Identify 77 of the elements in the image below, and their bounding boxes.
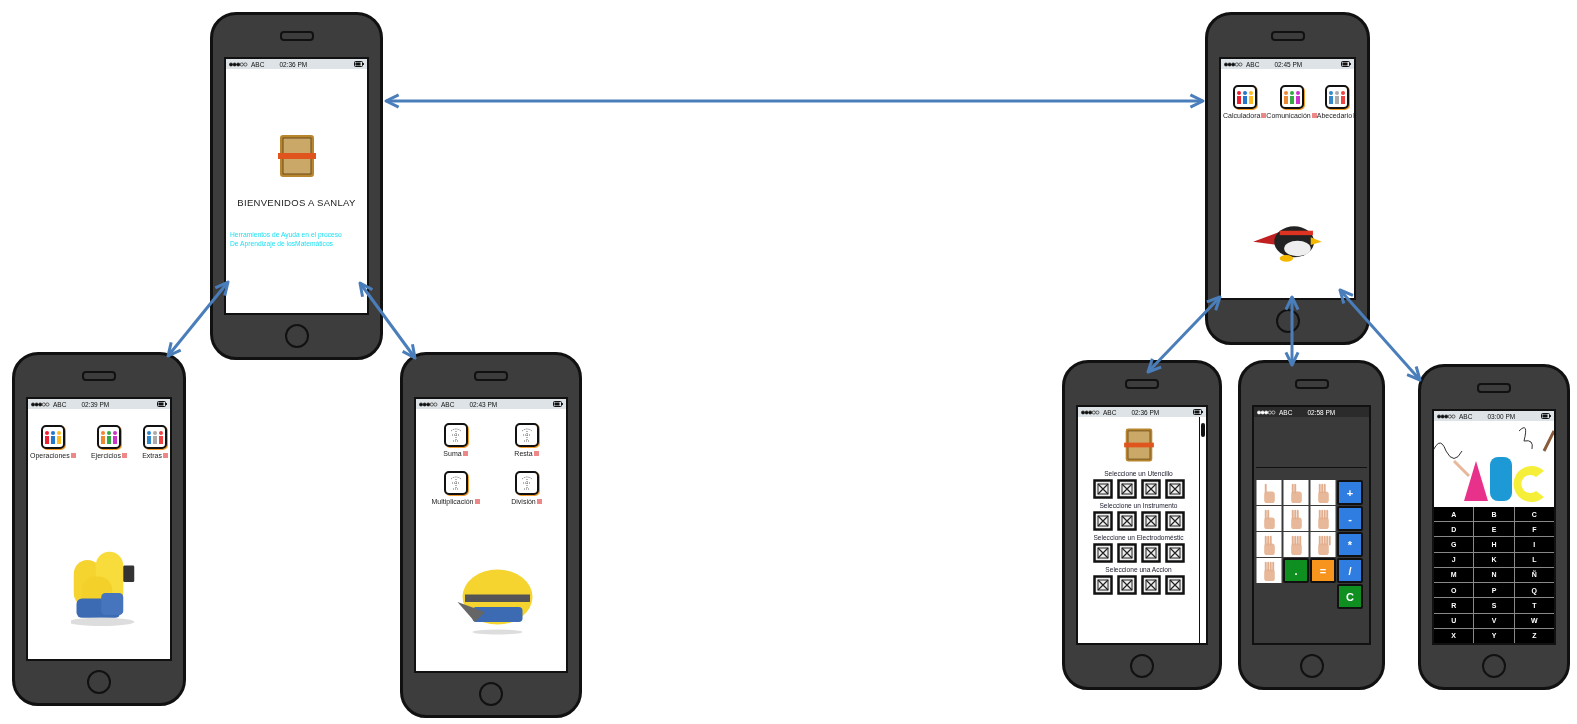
welcome-title: BIENVENIDOS A SANLAY — [237, 197, 356, 208]
figures-icon[interactable] — [1232, 85, 1257, 109]
hand-sign-icon[interactable] — [1256, 532, 1282, 557]
battery-icon — [354, 61, 364, 67]
image-placeholder-icon[interactable] — [1116, 575, 1137, 595]
hand-sign-icon[interactable] — [1256, 506, 1282, 531]
earpiece — [1477, 383, 1511, 393]
signal-icon — [31, 401, 50, 407]
sketch-icon[interactable] — [443, 423, 468, 447]
earpiece — [1270, 31, 1305, 41]
signal-icon — [1224, 61, 1243, 67]
calculator-key[interactable]: C — [1337, 584, 1363, 609]
signal-icon — [1437, 413, 1456, 419]
flag-icon — [121, 453, 127, 458]
hand-sign-icon[interactable] — [1283, 480, 1309, 505]
signal-icon — [1257, 409, 1276, 415]
image-placeholder-icon[interactable] — [1092, 479, 1113, 499]
image-placeholder-icon[interactable] — [1140, 543, 1161, 563]
image-placeholder-icon[interactable] — [1092, 543, 1113, 563]
home-button[interactable] — [1275, 309, 1300, 333]
flag-icon — [536, 499, 542, 504]
earpiece — [474, 371, 508, 381]
earpiece — [82, 371, 116, 381]
figures-icon[interactable] — [40, 425, 65, 449]
hand-sign-icon[interactable] — [1283, 506, 1309, 531]
battery-icon — [553, 401, 563, 407]
image-placeholder-icon[interactable] — [1164, 511, 1185, 531]
flag-icon — [70, 453, 76, 458]
flag-icon — [163, 453, 168, 458]
earpiece — [279, 31, 314, 41]
scrollbar[interactable] — [1199, 417, 1206, 643]
hand-sign-icon[interactable] — [1256, 558, 1282, 583]
battery-icon — [1341, 61, 1351, 67]
image-placeholder-icon[interactable] — [1092, 575, 1113, 595]
signal-icon — [1081, 409, 1100, 415]
flag-icon — [474, 499, 480, 504]
flag-icon — [1311, 113, 1317, 118]
flag-icon — [1261, 113, 1267, 118]
image-placeholder-icon[interactable] — [1140, 575, 1161, 595]
figures-icon[interactable] — [1279, 85, 1304, 109]
hand-sign-icon[interactable] — [1283, 532, 1309, 557]
hand-sign-icon[interactable] — [1310, 532, 1336, 557]
double-arrow — [1284, 295, 1300, 367]
earpiece — [1125, 379, 1159, 389]
image-placeholder-icon[interactable] — [1116, 543, 1137, 563]
calculator-key[interactable]: * — [1337, 532, 1363, 557]
image-placeholder-icon[interactable] — [1164, 543, 1185, 563]
image-placeholder-icon[interactable] — [1140, 511, 1161, 531]
calculator-key[interactable]: + — [1337, 480, 1363, 505]
sketch-icon[interactable] — [443, 471, 468, 495]
hand-sign-icon[interactable] — [1310, 480, 1336, 505]
figures-icon[interactable] — [1325, 85, 1350, 109]
signal-icon — [229, 61, 248, 67]
image-placeholder-icon[interactable] — [1140, 479, 1161, 499]
battery-icon — [157, 401, 167, 407]
battery-icon — [1541, 413, 1551, 419]
flag-icon — [533, 451, 539, 456]
signal-icon — [419, 401, 438, 407]
calculator-key[interactable]: . — [1283, 558, 1309, 583]
earpiece — [1294, 379, 1329, 389]
figures-icon[interactable] — [143, 425, 168, 449]
flag-icon — [462, 451, 468, 456]
crate-logo-icon — [1123, 427, 1154, 463]
hand-sign-icon[interactable] — [1256, 480, 1282, 505]
image-placeholder-icon[interactable] — [1116, 479, 1137, 499]
image-placeholder-icon[interactable] — [1092, 511, 1113, 531]
figures-icon[interactable] — [96, 425, 121, 449]
battery-icon — [1193, 409, 1203, 415]
sketch-icon[interactable] — [514, 471, 539, 495]
calculator-key[interactable]: - — [1337, 506, 1363, 531]
calculator-key[interactable]: / — [1337, 558, 1363, 583]
crate-logo-icon — [277, 133, 316, 179]
sketch-icon[interactable] — [514, 423, 539, 447]
hand-sign-icon[interactable] — [1310, 506, 1336, 531]
image-placeholder-icon[interactable] — [1164, 479, 1185, 499]
image-placeholder-icon[interactable] — [1116, 511, 1137, 531]
image-placeholder-icon[interactable] — [1164, 575, 1185, 595]
